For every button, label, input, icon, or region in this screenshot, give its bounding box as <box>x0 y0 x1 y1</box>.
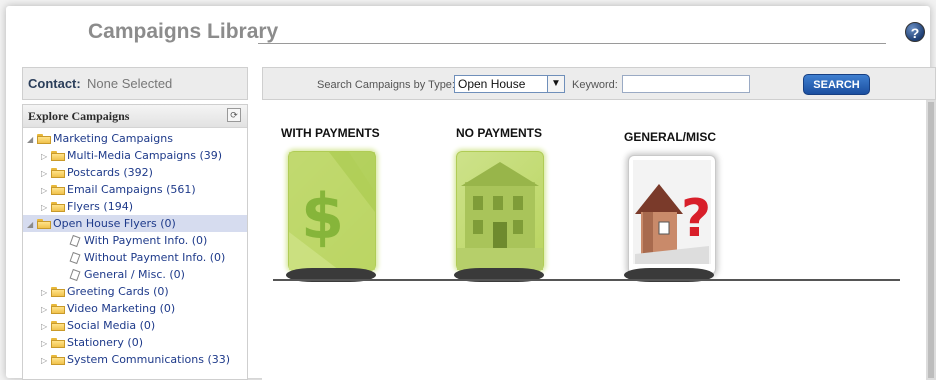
tree-item-label: Social Media (0) <box>67 319 156 332</box>
tree-item-with-payment[interactable]: With Payment Info. (0) <box>69 232 207 249</box>
tree-item-postcards[interactable]: ▷ Postcards (392) <box>41 164 153 181</box>
folder-icon <box>51 287 65 297</box>
shelf-divider <box>273 279 900 281</box>
document-icon <box>69 252 81 264</box>
folder-open-icon <box>37 134 51 144</box>
contact-value: None Selected <box>87 76 173 91</box>
expand-toggle-icon[interactable]: ◢ <box>27 131 35 148</box>
tree-item-label: Email Campaigns (561) <box>67 183 196 196</box>
tree-item-label: Flyers (194) <box>67 200 133 213</box>
search-type-label: Search Campaigns by Type: <box>317 79 455 91</box>
folder-icon <box>51 185 65 195</box>
expand-toggle-icon[interactable]: ▷ <box>41 182 49 199</box>
help-icon[interactable]: ? <box>905 22 925 42</box>
scrollbar-thumb[interactable] <box>928 102 934 378</box>
tree-item-video-marketing[interactable]: ▷ Video Marketing (0) <box>41 300 175 317</box>
search-button[interactable]: SEARCH <box>803 74 870 95</box>
tree-item-label: Marketing Campaigns <box>53 132 173 145</box>
category-label-general-misc: GENERAL/MISC <box>624 130 717 144</box>
explore-campaigns-panel: Explore Campaigns ⟳ ◢ Marketing Campaigns… <box>22 104 248 380</box>
tree-item-open-house-flyers[interactable]: ◢ Open House Flyers (0) <box>23 215 247 232</box>
refresh-icon[interactable]: ⟳ <box>227 108 241 122</box>
tree-item-without-payment[interactable]: Without Payment Info. (0) <box>69 249 225 266</box>
tree-item-general-misc[interactable]: General / Misc. (0) <box>69 266 185 283</box>
folder-icon <box>51 151 65 161</box>
expand-toggle-icon[interactable]: ▷ <box>41 148 49 165</box>
expand-toggle-icon[interactable]: ▷ <box>41 301 49 318</box>
keyword-label: Keyword: <box>572 79 618 91</box>
house-question-thumbnail-icon: ? <box>633 160 711 264</box>
tree-item-label: Video Marketing (0) <box>67 302 176 315</box>
expand-toggle-icon[interactable]: ▷ <box>41 165 49 182</box>
campaign-type-value: Open House <box>458 77 526 91</box>
chevron-down-icon[interactable]: ▼ <box>547 76 564 92</box>
vertical-scrollbar[interactable] <box>926 100 936 380</box>
category-card-with-payments[interactable]: $ <box>288 151 376 271</box>
dollar-symbol: $ <box>301 180 345 253</box>
search-bar: Search Campaigns by Type: Open House ▼ K… <box>262 67 936 100</box>
expand-toggle-icon[interactable]: ◢ <box>27 216 35 233</box>
tree-item-label: System Communications (33) <box>67 353 231 366</box>
tree-item-label: General / Misc. (0) <box>84 268 185 281</box>
category-label-with-payments: WITH PAYMENTS <box>281 126 380 140</box>
folder-icon <box>51 202 65 212</box>
tree-item-email-campaigns[interactable]: ▷ Email Campaigns (561) <box>41 181 196 198</box>
contact-label: Contact: <box>28 76 81 91</box>
folder-open-icon <box>37 219 51 229</box>
page-title: Campaigns Library <box>88 20 279 43</box>
category-card-no-payments[interactable] <box>456 151 544 271</box>
category-card-general-misc[interactable]: ? <box>628 155 716 275</box>
svg-text:?: ? <box>681 189 711 249</box>
folder-icon <box>51 168 65 178</box>
tree-item-label: Postcards (392) <box>67 166 153 179</box>
folder-icon <box>51 304 65 314</box>
tree-item-stationery[interactable]: ▷ Stationery (0) <box>41 334 143 351</box>
tree-item-label: Open House Flyers (0) <box>53 217 176 230</box>
contact-panel: Contact: None Selected <box>22 67 248 100</box>
expand-toggle-icon[interactable]: ▷ <box>41 199 49 216</box>
expand-toggle-icon[interactable]: ▷ <box>41 318 49 335</box>
house-photo-thumbnail-icon <box>457 162 543 270</box>
folder-icon <box>51 338 65 348</box>
expand-toggle-icon[interactable]: ▷ <box>41 335 49 352</box>
campaign-type-select[interactable]: Open House ▼ <box>454 75 565 93</box>
tree-item-label: Multi-Media Campaigns (39) <box>67 149 223 162</box>
explore-title: Explore Campaigns <box>28 109 130 123</box>
tree-item-greeting-cards[interactable]: ▷ Greeting Cards (0) <box>41 283 169 300</box>
folder-icon <box>51 321 65 331</box>
keyword-input[interactable] <box>622 75 750 93</box>
tree-item-label: With Payment Info. (0) <box>84 234 208 247</box>
tree-item-marketing-campaigns[interactable]: ◢ Marketing Campaigns <box>27 130 173 147</box>
expand-toggle-icon[interactable]: ▷ <box>41 352 49 369</box>
tree-item-label: Greeting Cards (0) <box>67 285 169 298</box>
tree-item-flyers[interactable]: ▷ Flyers (194) <box>41 198 133 215</box>
document-icon <box>69 269 81 281</box>
tree-item-multi-media[interactable]: ▷ Multi-Media Campaigns (39) <box>41 147 222 164</box>
folder-icon <box>51 355 65 365</box>
tree-item-label: Without Payment Info. (0) <box>84 251 226 264</box>
document-icon <box>69 235 81 247</box>
tree-item-social-media[interactable]: ▷ Social Media (0) <box>41 317 155 334</box>
expand-toggle-icon[interactable]: ▷ <box>41 284 49 301</box>
tree-item-label: Stationery (0) <box>67 336 143 349</box>
tree-item-system-communications[interactable]: ▷ System Communications (33) <box>41 351 230 368</box>
title-divider <box>258 43 886 44</box>
explore-header: Explore Campaigns ⟳ <box>23 105 247 128</box>
category-label-no-payments: NO PAYMENTS <box>456 126 543 140</box>
